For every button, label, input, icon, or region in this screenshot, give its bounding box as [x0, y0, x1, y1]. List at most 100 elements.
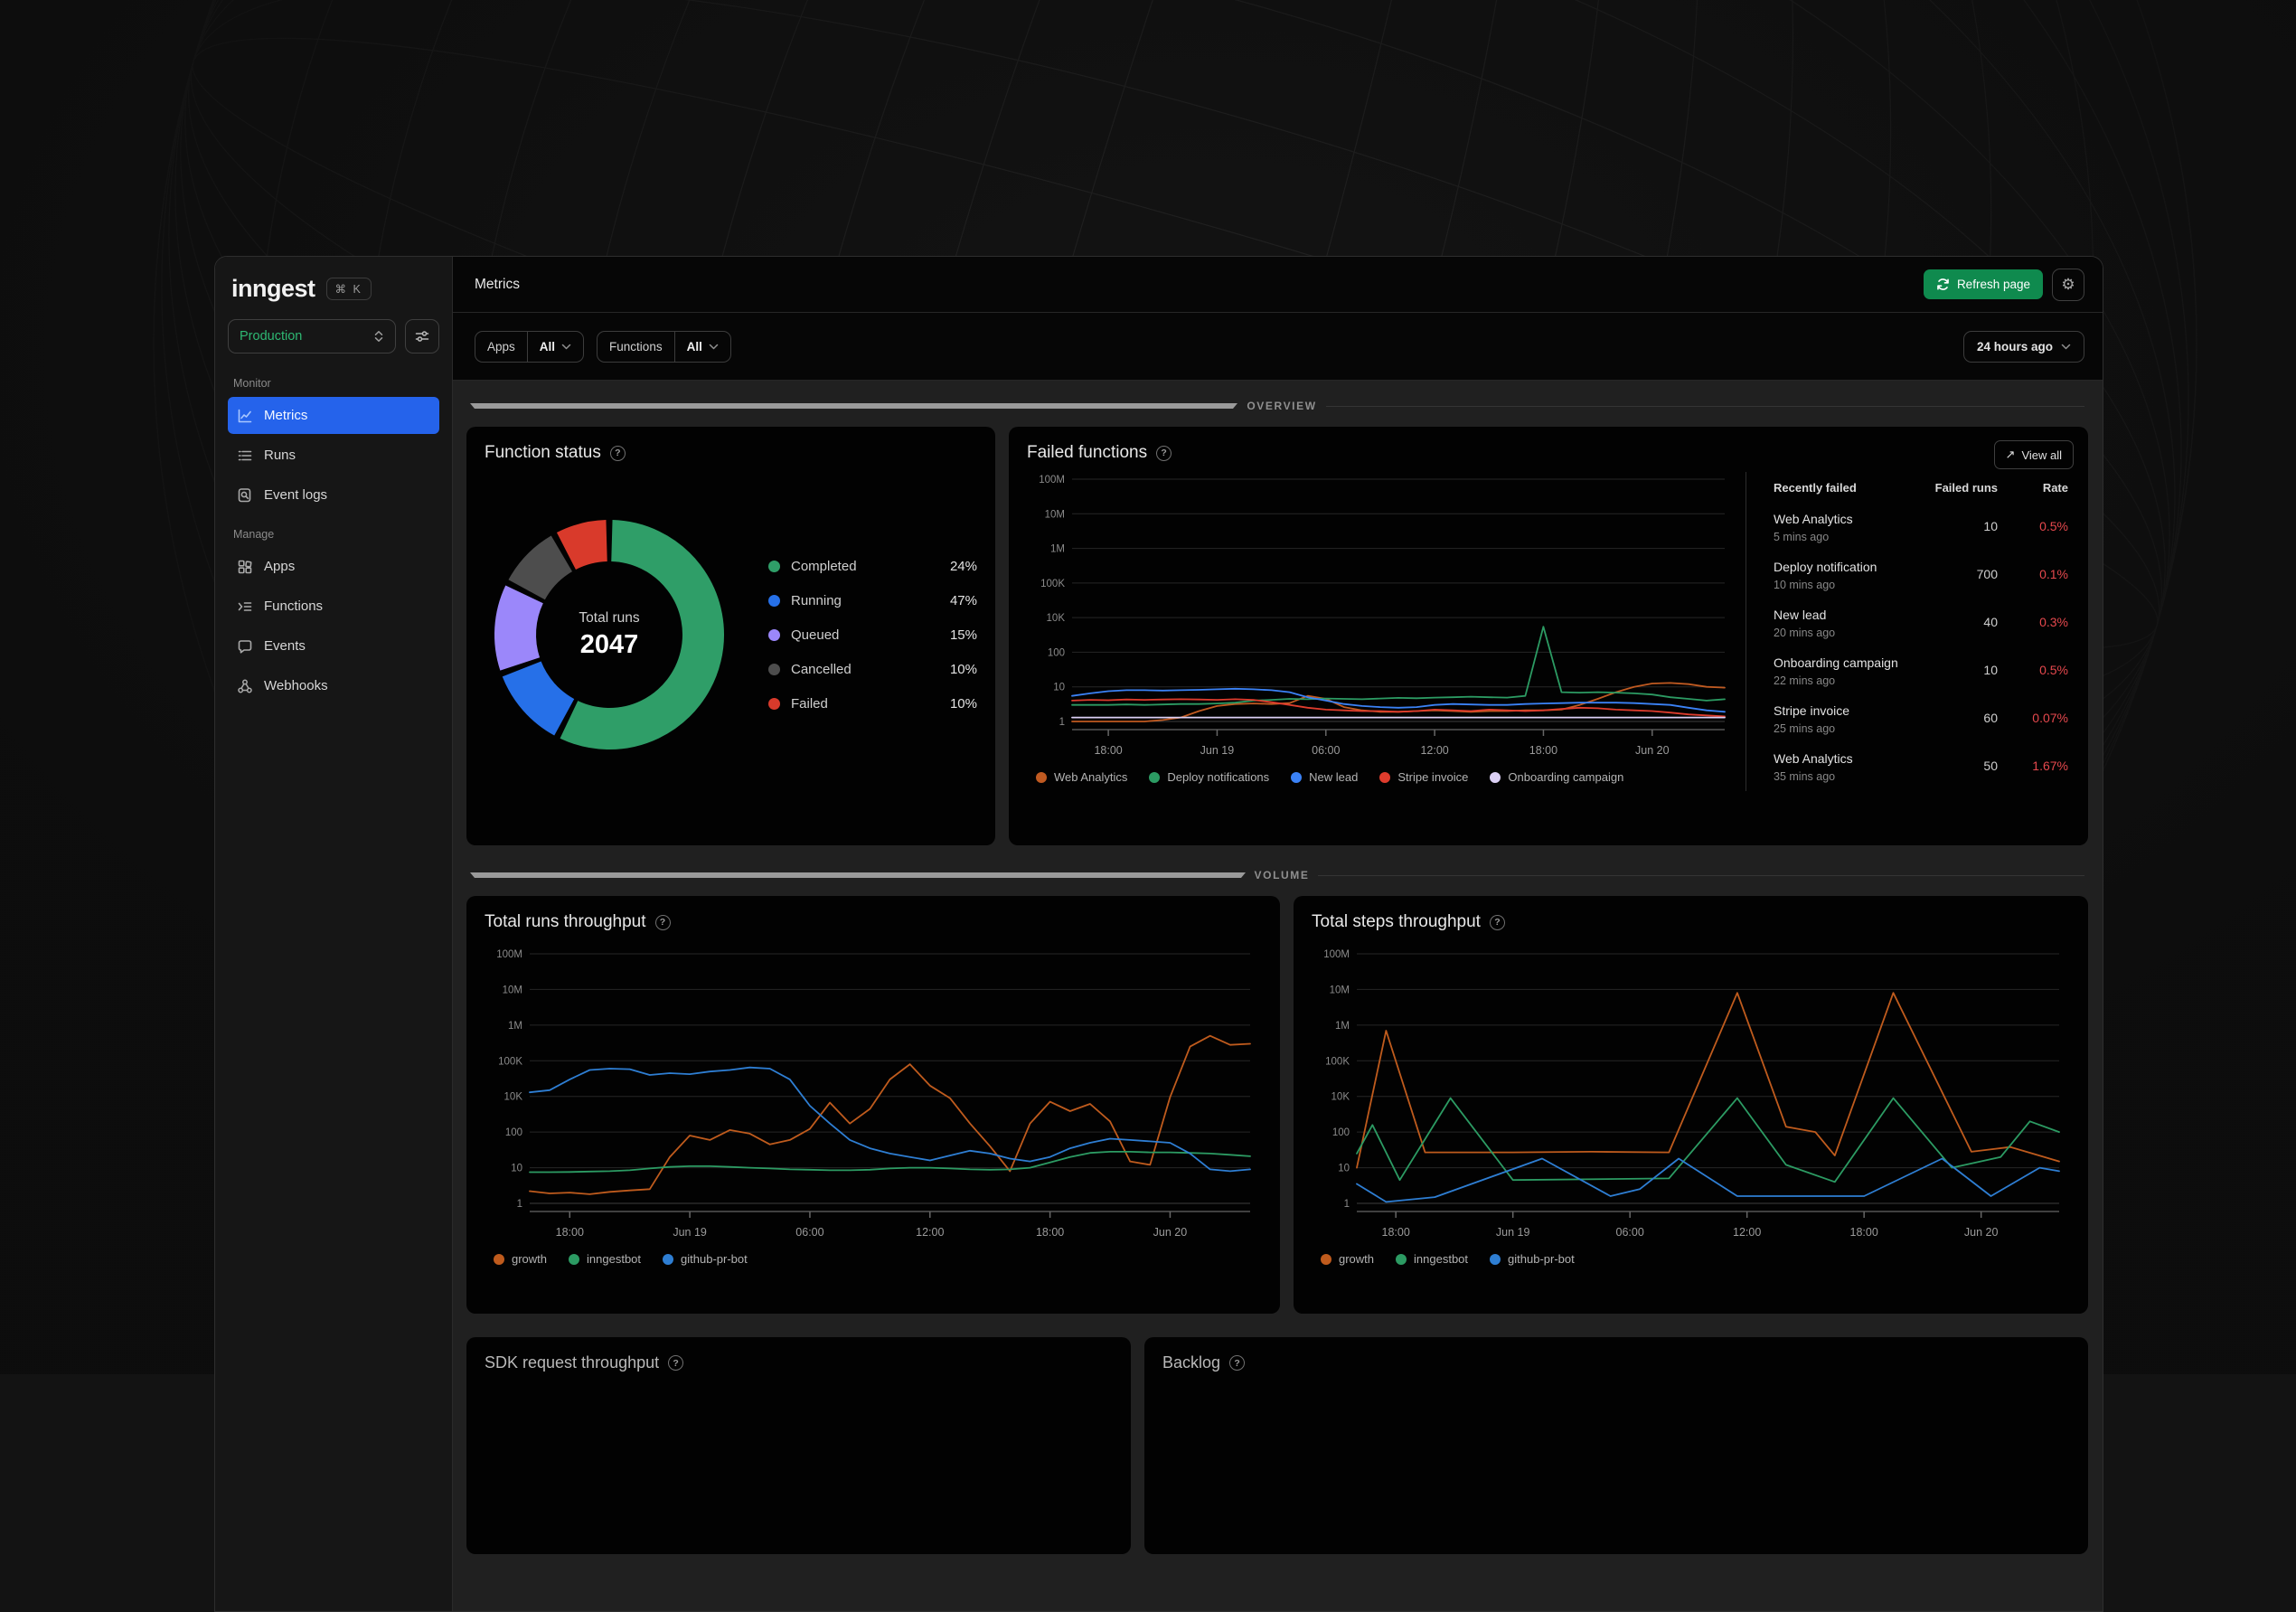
legend-dot	[1490, 1254, 1501, 1265]
volume-section-header[interactable]: VOLUME	[470, 869, 2084, 881]
svg-text:100: 100	[1048, 647, 1065, 658]
sidebar-item-events[interactable]: Events	[228, 627, 439, 665]
view-all-button[interactable]: ↗ View all	[1994, 440, 2074, 469]
backlog-title: Backlog	[1162, 1353, 1220, 1372]
environment-select[interactable]: Production	[228, 319, 396, 354]
legend-dot	[768, 595, 780, 607]
table-row[interactable]: Web Analytics5 mins ago 10 0.5%	[1774, 504, 2068, 551]
sidebar-item-apps[interactable]: Apps	[228, 548, 439, 585]
svg-text:1: 1	[1344, 1199, 1350, 1210]
help-icon[interactable]: ?	[1156, 446, 1172, 461]
content-scroll-area[interactable]: OVERVIEW Function status ? Total runs	[453, 381, 2103, 1611]
main-area: Metrics Refresh page ⚙ Apps All	[453, 257, 2103, 1611]
sidebar-item-webhooks[interactable]: Webhooks	[228, 667, 439, 704]
legend-dot	[494, 1254, 504, 1265]
svg-text:100K: 100K	[1040, 579, 1065, 589]
legend-item: inngestbot	[1396, 1252, 1468, 1266]
event-logs-icon	[237, 487, 253, 504]
command-k-shortcut-badge[interactable]: ⌘ K	[326, 278, 372, 300]
refresh-page-button[interactable]: Refresh page	[1924, 269, 2043, 299]
table-row[interactable]: New lead20 mins ago 40 0.3%	[1774, 599, 2068, 647]
legend-item: New lead	[1291, 770, 1358, 784]
failed-functions-card: Failed functions ? ↗ View all 100M10M1M1…	[1009, 427, 2088, 845]
collapse-caret-icon	[470, 403, 1237, 409]
monitor-section-label: Monitor	[233, 377, 434, 390]
sidebar-item-functions[interactable]: Functions	[228, 588, 439, 625]
legend-item: Failed10%	[768, 696, 977, 712]
table-row[interactable]: Stripe invoice25 mins ago 60 0.07%	[1774, 695, 2068, 743]
help-icon[interactable]: ?	[610, 446, 626, 461]
help-icon[interactable]: ?	[1490, 915, 1505, 930]
time-range-value: 24 hours ago	[1977, 340, 2053, 354]
svg-text:10: 10	[1053, 683, 1065, 693]
svg-text:10K: 10K	[1331, 1092, 1350, 1103]
updown-chevron-icon	[373, 330, 384, 343]
sdk-request-throughput-card: SDK request throughput ?	[466, 1337, 1131, 1554]
svg-text:10M: 10M	[503, 985, 522, 995]
overview-section-label: OVERVIEW	[1247, 400, 1316, 412]
failed-functions-title: Failed functions	[1027, 443, 1147, 463]
sidebar-item-runs[interactable]: Runs	[228, 437, 439, 474]
environment-filter-button[interactable]	[405, 319, 439, 354]
donut-center-value: 2047	[580, 630, 639, 660]
webhooks-icon	[237, 678, 253, 694]
sidebar-item-label: Metrics	[264, 408, 307, 423]
sidebar: inngest ⌘ K Production Monitor Metrics	[215, 257, 453, 1611]
legend-dot	[768, 664, 780, 675]
legend-item: github-pr-bot	[1490, 1252, 1575, 1266]
svg-text:06:00: 06:00	[1312, 744, 1340, 757]
legend-item: github-pr-bot	[663, 1252, 748, 1266]
table-row[interactable]: Web Analytics35 mins ago 50 1.67%	[1774, 743, 2068, 791]
apps-filter-value: All	[540, 340, 555, 354]
function-status-card: Function status ? Total runs 2047 Co	[466, 427, 995, 845]
function-status-title: Function status	[485, 443, 601, 463]
legend-dot	[1379, 772, 1390, 783]
legend-dot	[569, 1254, 579, 1265]
legend-item: Stripe invoice	[1379, 770, 1468, 784]
svg-text:10K: 10K	[504, 1092, 523, 1103]
legend-item: Web Analytics	[1036, 770, 1127, 784]
time-range-select[interactable]: 24 hours ago	[1963, 331, 2084, 363]
svg-text:10: 10	[511, 1164, 522, 1174]
environment-label: Production	[240, 329, 302, 344]
svg-text:12:00: 12:00	[1733, 1226, 1761, 1239]
svg-text:100M: 100M	[1039, 475, 1065, 485]
legend-dot	[1036, 772, 1047, 783]
svg-text:1M: 1M	[1335, 1021, 1350, 1032]
external-arrow-icon: ↗	[2006, 448, 2016, 462]
svg-text:Jun 20: Jun 20	[1964, 1226, 1999, 1239]
manage-section-label: Manage	[233, 528, 434, 541]
svg-text:100K: 100K	[498, 1056, 522, 1067]
collapse-caret-icon	[470, 872, 1246, 878]
apps-grid-icon	[237, 559, 253, 575]
sidebar-item-event-logs[interactable]: Event logs	[228, 476, 439, 514]
backlog-card: Backlog ?	[1144, 1337, 2088, 1554]
steps-throughput-legend: growth inngestbot github-pr-bot	[1321, 1252, 2070, 1266]
total-runs-throughput-title: Total runs throughput	[485, 912, 646, 932]
filter-bar: Apps All Functions All 24 hour	[453, 313, 2103, 381]
functions-filter[interactable]: Functions All	[597, 331, 731, 363]
legend-item: Deploy notifications	[1149, 770, 1269, 784]
view-all-label: View all	[2021, 448, 2062, 462]
help-icon[interactable]: ?	[655, 915, 671, 930]
help-icon[interactable]: ?	[1229, 1355, 1245, 1371]
apps-filter[interactable]: Apps All	[475, 331, 584, 363]
settings-button[interactable]: ⚙	[2052, 269, 2084, 301]
table-row[interactable]: Onboarding campaign22 mins ago 10 0.5%	[1774, 647, 2068, 695]
function-status-donut: Total runs 2047	[490, 515, 729, 754]
legend-item: growth	[1321, 1252, 1374, 1266]
svg-text:1: 1	[1059, 717, 1065, 728]
svg-text:100M: 100M	[1323, 949, 1350, 960]
svg-text:18:00: 18:00	[1529, 744, 1557, 757]
functions-list-icon	[237, 599, 253, 615]
svg-text:100K: 100K	[1325, 1056, 1350, 1067]
svg-text:06:00: 06:00	[795, 1226, 823, 1239]
legend-dot	[1321, 1254, 1331, 1265]
help-icon[interactable]: ?	[668, 1355, 683, 1371]
sidebar-item-metrics[interactable]: Metrics	[228, 397, 439, 434]
app-window: inngest ⌘ K Production Monitor Metrics	[214, 256, 2103, 1612]
legend-item: Completed24%	[768, 559, 977, 574]
table-row[interactable]: Deploy notification10 mins ago 700 0.1%	[1774, 551, 2068, 599]
sidebar-item-label: Apps	[264, 559, 295, 574]
overview-section-header[interactable]: OVERVIEW	[470, 400, 2084, 412]
